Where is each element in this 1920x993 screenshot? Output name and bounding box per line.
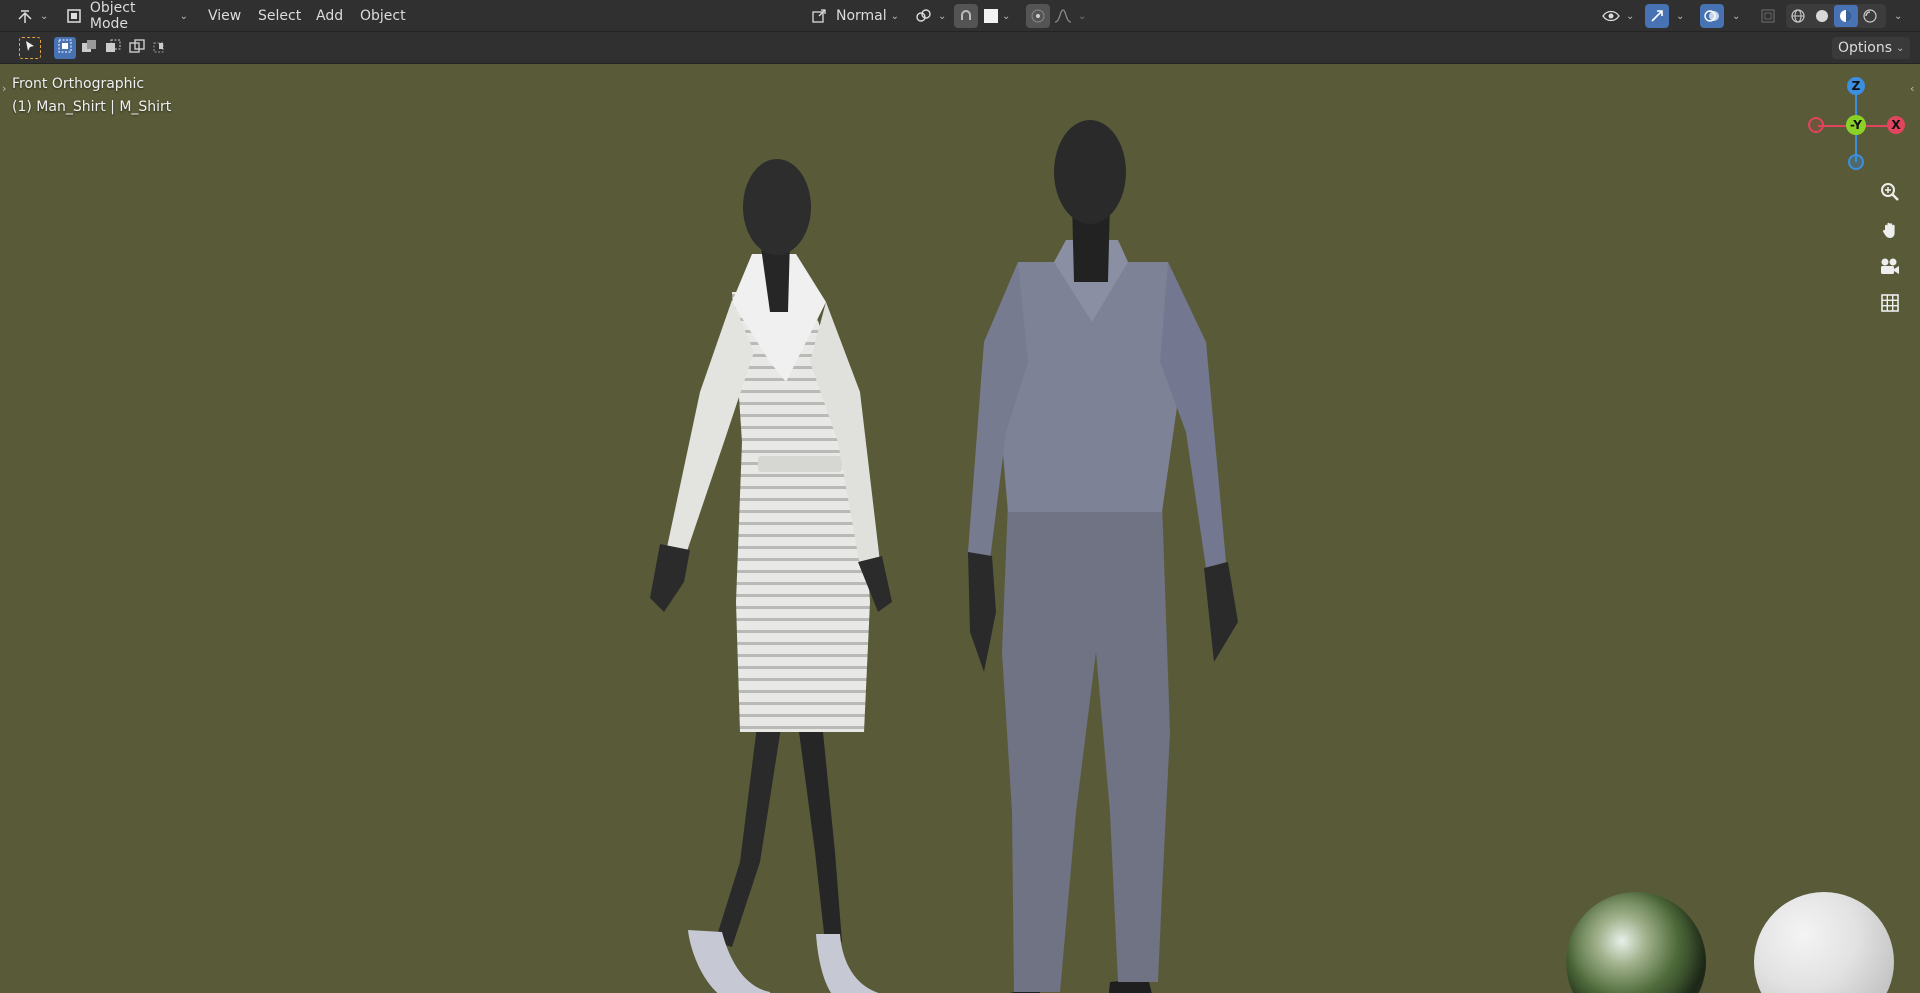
select-mode-subtract[interactable] bbox=[102, 37, 124, 59]
snap-toggle[interactable] bbox=[954, 4, 978, 28]
select-mode-new[interactable] bbox=[54, 37, 76, 59]
select-mode-extend[interactable] bbox=[78, 37, 100, 59]
falloff-curve-icon bbox=[1052, 5, 1074, 27]
menu-view[interactable]: View bbox=[202, 5, 247, 27]
object-mode-icon bbox=[64, 5, 84, 27]
gizmo-neg-z-axis[interactable] bbox=[1848, 154, 1864, 170]
pan-button[interactable] bbox=[1875, 217, 1905, 247]
chevron-down-icon: ⌄ bbox=[40, 10, 49, 22]
proportional-edit-toggle[interactable] bbox=[1026, 4, 1050, 28]
gizmo-dropdown[interactable]: ⌄ bbox=[1672, 4, 1688, 28]
snap-target-dropdown[interactable]: ⌄ bbox=[982, 4, 1016, 28]
options-label: Options bbox=[1838, 40, 1893, 56]
matte-preview-sphere bbox=[1754, 892, 1894, 993]
chevron-down-icon: ⌄ bbox=[1626, 10, 1635, 22]
camera-icon bbox=[1879, 257, 1901, 281]
chevron-down-icon: ⌄ bbox=[1078, 10, 1087, 22]
zoom-icon bbox=[1880, 182, 1900, 206]
eye-icon bbox=[1600, 5, 1622, 27]
view-name-label: Front Orthographic bbox=[12, 76, 145, 92]
material-preview-shading-icon[interactable] bbox=[1834, 5, 1858, 27]
overlays-dropdown[interactable]: ⌄ bbox=[1728, 4, 1744, 28]
chevron-down-icon: ⌄ bbox=[1732, 10, 1741, 22]
falloff-dropdown[interactable]: ⌄ bbox=[1052, 4, 1090, 28]
xray-icon bbox=[1757, 5, 1779, 27]
gizmo-icon bbox=[1646, 5, 1668, 27]
editor-type-button[interactable]: ⌄ bbox=[14, 4, 50, 28]
options-dropdown[interactable]: Options ⌄ bbox=[1832, 37, 1911, 59]
mode-label: Object Mode bbox=[89, 0, 136, 32]
proportional-edit-icon bbox=[1027, 5, 1049, 27]
pivot-point-dropdown[interactable]: ⌄ bbox=[912, 4, 948, 28]
cursor-arrow-icon bbox=[24, 40, 36, 56]
3d-viewport[interactable]: › ‹ Front Orthographic (1) Man_Shirt | M… bbox=[0, 64, 1920, 993]
chevron-down-icon: ⌄ bbox=[1002, 10, 1011, 22]
chevron-down-icon: ⌄ bbox=[179, 10, 188, 22]
overlays-toggle[interactable] bbox=[1700, 4, 1724, 28]
active-object-label: (1) Man_Shirt | M_Shirt bbox=[12, 99, 172, 115]
orientation-label: Normal bbox=[836, 8, 887, 24]
chevron-down-icon: ⌄ bbox=[938, 10, 947, 22]
menu-object[interactable]: Object bbox=[354, 5, 412, 27]
zoom-button[interactable] bbox=[1875, 179, 1905, 209]
wireframe-shading-icon[interactable] bbox=[1786, 5, 1810, 27]
man-figure-shirt[interactable] bbox=[950, 112, 1250, 993]
xray-toggle[interactable] bbox=[1756, 4, 1780, 28]
gizmo-x-axis[interactable]: X bbox=[1887, 116, 1905, 134]
gizmo-z-label: Z bbox=[1851, 79, 1861, 93]
chevron-down-icon: ⌄ bbox=[1896, 42, 1905, 54]
menu-select[interactable]: Select bbox=[252, 5, 307, 27]
perspective-toggle-button[interactable] bbox=[1875, 290, 1905, 320]
snap-increment-icon bbox=[984, 9, 998, 23]
select-intersect-icon bbox=[153, 39, 169, 57]
chevron-down-icon: ⌄ bbox=[890, 10, 900, 22]
select-difference-icon bbox=[129, 39, 145, 57]
select-new-icon bbox=[58, 39, 72, 57]
menu-add[interactable]: Add bbox=[310, 5, 349, 27]
orientation-icon bbox=[808, 5, 830, 27]
shading-dropdown[interactable]: ⌄ bbox=[1890, 4, 1906, 28]
chevron-down-icon: ⌄ bbox=[1676, 10, 1685, 22]
gizmo-neg-x-axis[interactable] bbox=[1808, 117, 1824, 133]
gizmo-neg-y-axis[interactable]: -Y bbox=[1846, 115, 1866, 135]
shading-modes bbox=[1786, 4, 1886, 28]
gizmo-neg-y-label: -Y bbox=[1850, 118, 1862, 132]
select-mode-intersect[interactable] bbox=[150, 37, 172, 59]
transform-orientation-dropdown[interactable]: Normal ⌄ bbox=[806, 4, 902, 28]
mode-dropdown[interactable]: Object Mode ⌄ bbox=[60, 0, 192, 32]
grid-icon bbox=[1880, 293, 1900, 317]
gizmo-x-label: X bbox=[1891, 118, 1901, 132]
visibility-dropdown[interactable]: ⌄ bbox=[1600, 4, 1636, 28]
snap-icon bbox=[955, 5, 977, 27]
select-tool-button[interactable] bbox=[19, 37, 41, 59]
overlays-icon bbox=[1701, 5, 1723, 27]
hdri-preview-sphere bbox=[1566, 892, 1706, 993]
pivot-icon bbox=[912, 5, 934, 27]
chevron-down-icon: ⌄ bbox=[1894, 10, 1903, 22]
select-subtract-icon bbox=[105, 39, 121, 57]
woman-figure-dress[interactable] bbox=[620, 142, 960, 993]
toolbar-expand-arrow-icon[interactable]: › bbox=[2, 82, 6, 95]
select-mode-difference[interactable] bbox=[126, 37, 148, 59]
hand-icon bbox=[1880, 220, 1900, 244]
camera-view-button[interactable] bbox=[1875, 254, 1905, 284]
editor-type-icon bbox=[14, 5, 36, 27]
gizmo-z-axis[interactable]: Z bbox=[1847, 77, 1865, 95]
solid-shading-icon[interactable] bbox=[1810, 5, 1834, 27]
gizmo-toggle[interactable] bbox=[1645, 4, 1669, 28]
tool-settings-bar: Options ⌄ bbox=[0, 32, 1920, 64]
select-extend-icon bbox=[81, 39, 97, 57]
rendered-shading-icon[interactable] bbox=[1858, 5, 1882, 27]
viewport-header: ⌄ Object Mode ⌄ View Select Add Object N… bbox=[0, 0, 1920, 32]
